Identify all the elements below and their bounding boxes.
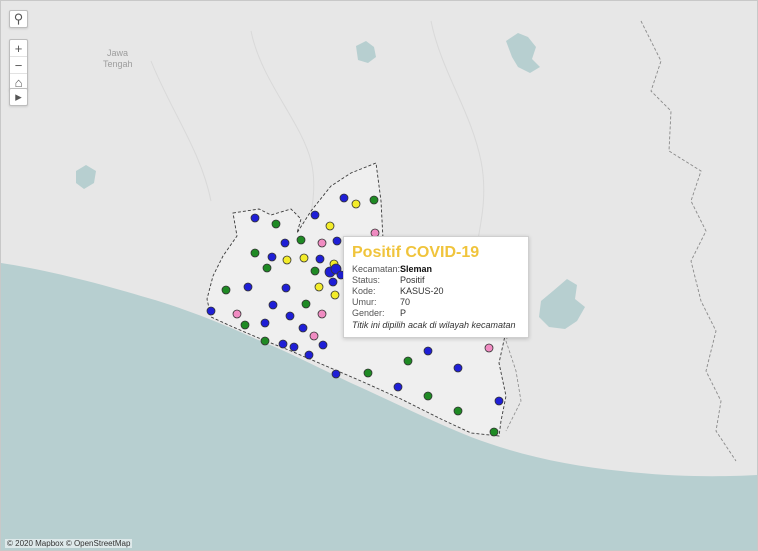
case-point[interactable]: [260, 318, 270, 328]
case-point[interactable]: [393, 382, 403, 392]
case-point[interactable]: [281, 283, 291, 293]
case-point[interactable]: [299, 253, 309, 263]
case-point[interactable]: [243, 282, 253, 292]
case-point[interactable]: [351, 199, 361, 209]
case-point[interactable]: [240, 320, 250, 330]
case-point[interactable]: [332, 236, 342, 246]
case-tooltip: Positif COVID-19 Kecamatan: Sleman Statu…: [343, 236, 529, 338]
triangle-right-icon[interactable]: ▸: [10, 89, 27, 105]
case-point[interactable]: [221, 285, 231, 295]
tooltip-value: P: [400, 308, 407, 318]
map-frame[interactable]: Jawa Tengah ⚲ + − ⌂ ▸ Positif COVID-19 K…: [0, 0, 758, 551]
tooltip-note: Titik ini dipilih acak di wilayah kecama…: [352, 320, 516, 330]
tooltip-row-umur: Umur: 70: [352, 297, 520, 308]
case-point[interactable]: [317, 309, 327, 319]
tooltip-value: 70: [400, 297, 411, 307]
tooltip-value: KASUS-20: [400, 286, 444, 296]
tooltip-row-status: Status: Positif: [352, 275, 520, 286]
expand-control[interactable]: ▸: [9, 88, 28, 106]
zoom-controls: + − ⌂: [9, 39, 28, 91]
case-point[interactable]: [453, 406, 463, 416]
search-icon[interactable]: ⚲: [10, 11, 27, 27]
case-point[interactable]: [296, 235, 306, 245]
case-point[interactable]: [314, 282, 324, 292]
tooltip-title: Positif COVID-19: [352, 244, 480, 261]
case-point[interactable]: [260, 336, 270, 346]
tooltip-row-kecamatan: Kecamatan: Sleman: [352, 264, 520, 275]
tooltip-row-gender: Gender: P: [352, 308, 520, 319]
case-point[interactable]: [403, 356, 413, 366]
tooltip-value: Sleman: [400, 264, 433, 274]
zoom-out-button[interactable]: −: [10, 56, 27, 73]
case-point[interactable]: [339, 193, 349, 203]
case-point[interactable]: [318, 340, 328, 350]
tooltip-label: Kecamatan:: [352, 264, 401, 274]
case-point[interactable]: [330, 290, 340, 300]
case-point[interactable]: [282, 255, 292, 265]
search-control[interactable]: ⚲: [9, 10, 28, 28]
case-point[interactable]: [494, 396, 504, 406]
case-point[interactable]: [310, 266, 320, 276]
case-point[interactable]: [423, 346, 433, 356]
region-label-line2: Tengah: [103, 59, 133, 69]
case-point[interactable]: [278, 339, 288, 349]
case-point[interactable]: [331, 369, 341, 379]
case-point[interactable]: [206, 306, 216, 316]
case-point[interactable]: [271, 219, 281, 229]
tooltip-label: Umur:: [352, 297, 377, 307]
tooltip-label: Gender:: [352, 308, 385, 318]
case-point[interactable]: [301, 299, 311, 309]
map-attribution[interactable]: © 2020 Mapbox © OpenStreetMap: [5, 539, 133, 548]
case-point[interactable]: [315, 254, 325, 264]
tooltip-row-kode: Kode: KASUS-20: [352, 286, 520, 297]
case-point[interactable]: [484, 343, 494, 353]
case-point[interactable]: [250, 213, 260, 223]
tooltip-label: Status:: [352, 275, 381, 285]
tooltip-label: Kode:: [352, 286, 376, 296]
case-point[interactable]: [289, 342, 299, 352]
case-point[interactable]: [285, 311, 295, 321]
case-point[interactable]: [267, 252, 277, 262]
case-point[interactable]: [262, 263, 272, 273]
case-point[interactable]: [280, 238, 290, 248]
case-point[interactable]: [423, 391, 433, 401]
case-point[interactable]: [317, 238, 327, 248]
case-point[interactable]: [250, 248, 260, 258]
case-point[interactable]: [328, 277, 338, 287]
case-point[interactable]: [304, 350, 314, 360]
case-point[interactable]: [453, 363, 463, 373]
case-point[interactable]: [298, 323, 308, 333]
case-point[interactable]: [232, 309, 242, 319]
tooltip-value: Positif: [400, 275, 425, 285]
case-point[interactable]: [369, 195, 379, 205]
case-point[interactable]: [363, 368, 373, 378]
zoom-in-button[interactable]: +: [10, 40, 27, 56]
case-point[interactable]: [309, 331, 319, 341]
case-point[interactable]: [268, 300, 278, 310]
region-label-line1: Jawa: [107, 48, 128, 58]
case-point[interactable]: [310, 210, 320, 220]
case-point[interactable]: [325, 221, 335, 231]
case-point[interactable]: [489, 427, 499, 437]
